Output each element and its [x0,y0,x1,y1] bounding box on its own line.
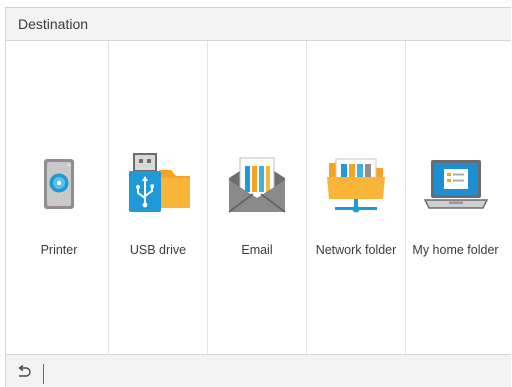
email-icon [208,154,306,214]
back-arrow-icon [16,364,32,384]
destination-tile-email[interactable]: Email [208,41,307,354]
destination-tile-printer[interactable]: Printer [10,41,109,354]
destination-dialog: Destination Printer USB drive Email Netw… [5,7,511,387]
destination-tile-network-folder[interactable]: Network folder [307,41,406,354]
header-bar: Destination [6,8,511,41]
back-button[interactable] [12,363,36,385]
printer-disc-icon [10,154,108,214]
footer-divider [43,364,44,384]
footer-bar [6,354,511,387]
destination-label: My home folder [412,243,499,257]
laptop-icon [406,154,505,214]
destination-tiles: Printer USB drive Email Network folder M… [10,41,510,354]
destination-tile-my-home-folder[interactable]: My home folder [406,41,505,354]
destination-label: Network folder [315,243,397,257]
destination-label: Printer [40,243,78,257]
destination-tile-usb-drive[interactable]: USB drive [109,41,208,354]
destination-label: USB drive [129,243,187,257]
network-folder-icon [307,154,405,214]
page-title: Destination [18,16,89,32]
destination-label: Email [241,243,273,257]
usb-drive-icon [109,153,207,214]
